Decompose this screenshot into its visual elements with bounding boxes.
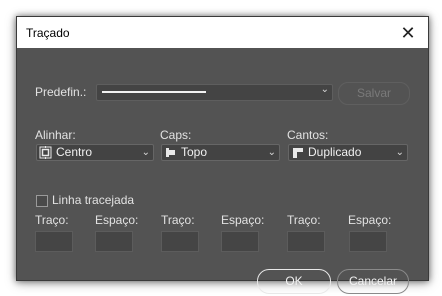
dash-label-2: Traço: (161, 213, 195, 227)
dashed-line-checkbox[interactable] (36, 195, 48, 207)
chevron-down-icon: ⌄ (141, 147, 150, 158)
title-bar: Traçado ✕ (17, 17, 428, 48)
cancel-button[interactable]: Cancelar (337, 269, 409, 294)
dashed-line-label[interactable]: Linha tracejada (52, 193, 134, 207)
align-center-icon (39, 146, 52, 159)
align-dropdown[interactable]: Centro ⌄ (36, 144, 154, 161)
preset-dropdown[interactable]: ⌄ (96, 84, 333, 101)
gap-input-1[interactable] (95, 231, 133, 252)
cap-butt-icon (166, 148, 175, 157)
dash-input-2[interactable] (161, 231, 199, 252)
gap-input-3[interactable] (349, 231, 387, 252)
gap-label-2: Espaço: (221, 213, 265, 227)
align-value: Centro (56, 145, 93, 159)
corners-dropdown[interactable]: Duplicado ⌄ (288, 144, 408, 161)
save-preset-button[interactable]: Salvar (338, 82, 410, 105)
dash-label-3: Traço: (287, 213, 321, 227)
corner-miter-icon (293, 148, 303, 158)
caps-value: Topo (181, 145, 208, 159)
chevron-down-icon: ⌄ (267, 147, 276, 158)
preset-label: Predefin.: (35, 85, 87, 99)
ok-button[interactable]: OK (257, 269, 331, 294)
align-label: Alinhar: (35, 128, 76, 142)
close-button[interactable]: ✕ (398, 23, 418, 43)
chevron-down-icon: ⌄ (395, 147, 404, 158)
dialog-title: Traçado (26, 26, 70, 40)
dash-label-1: Traço: (35, 213, 69, 227)
gap-label-1: Espaço: (95, 213, 139, 227)
dash-input-3[interactable] (287, 231, 325, 252)
dialog-content: Predefin.: ⌄ Salvar Alinhar: Caps: Canto… (17, 48, 428, 294)
dash-input-1[interactable] (35, 231, 73, 252)
corners-value: Duplicado (308, 145, 362, 159)
chevron-down-icon: ⌄ (320, 84, 329, 95)
gap-input-2[interactable] (221, 231, 259, 252)
gap-label-3: Espaço: (348, 213, 392, 227)
stroke-preview-line (102, 91, 206, 93)
caps-label: Caps: (160, 128, 192, 142)
stroke-dialog: Traçado ✕ Predefin.: ⌄ Salvar Alinhar: C… (16, 16, 429, 294)
corners-label: Cantos: (287, 128, 329, 142)
caps-dropdown[interactable]: Topo ⌄ (161, 144, 280, 161)
